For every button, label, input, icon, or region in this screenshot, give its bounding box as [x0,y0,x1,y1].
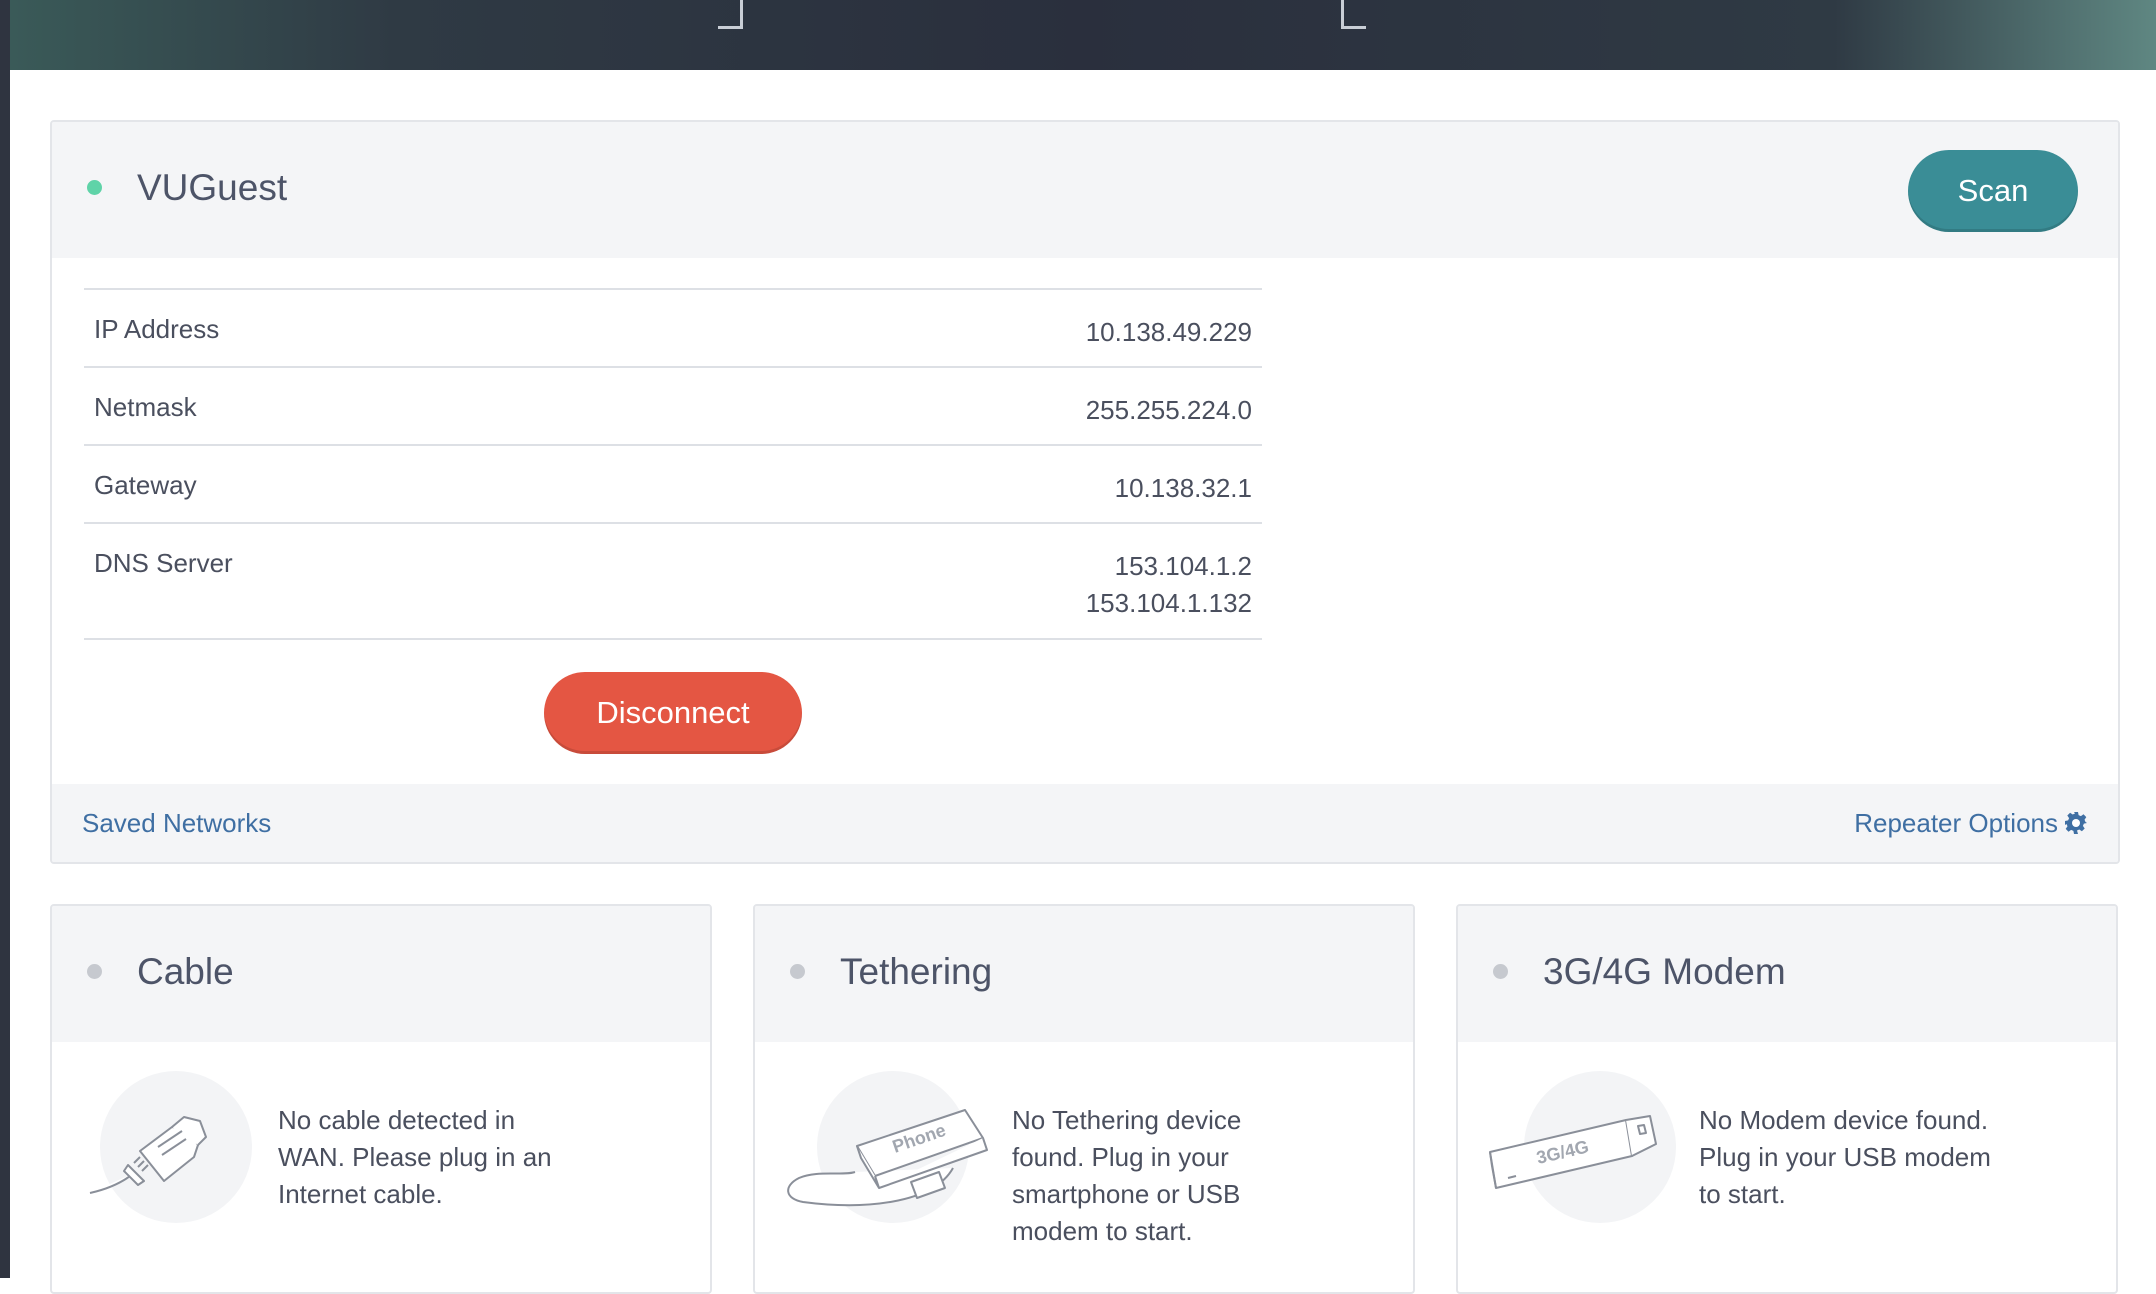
header-bracket-right [1341,0,1366,29]
phone-icon: Phone [787,1109,988,1207]
disconnect-button[interactable]: Disconnect [544,672,802,754]
tethering-message: No Tethering device found. Plug in your … [1012,1102,1241,1250]
table-row: Netmask 255.255.224.0 [84,368,1262,446]
gateway-value: 10.138.32.1 [1115,470,1252,507]
cable-status-dot [87,964,102,979]
table-row: IP Address 10.138.49.229 [84,290,1262,368]
modem-message-line: to start. [1699,1179,1786,1209]
tethering-message-line: found. Plug in your [1012,1142,1229,1172]
modem-message: No Modem device found. Plug in your USB … [1699,1102,1991,1213]
modem-title: 3G/4G Modem [1543,951,1786,992]
wifi-network-name: VUGuest [137,167,288,208]
usb-modem-icon: 3G/4G [1489,1115,1657,1189]
top-header-bar [10,0,2156,70]
wifi-card-footer: Saved Networks Repeater Options [52,784,2118,862]
scan-button[interactable]: Scan [1908,150,2078,232]
modem-message-line: No Modem device found. [1699,1105,1989,1135]
connection-info-table: IP Address 10.138.49.229 Netmask 255.255… [84,288,1262,640]
modem-status-dot [1493,964,1508,979]
cable-card: Cable No cable detected in WAN. Please p… [50,904,712,1294]
cable-title: Cable [137,951,234,992]
window-left-edge [0,0,10,1278]
cable-card-header: Cable [52,906,710,1042]
netmask-value-text: 255.255.224.0 [1085,395,1252,425]
tethering-card: Tethering Phone No Tethering device foun… [753,904,1415,1294]
tethering-message-line: modem to start. [1012,1216,1193,1246]
dns-server-values: 153.104.1.2 153.104.1.132 [1086,548,1252,622]
cable-message: No cable detected in WAN. Please plug in… [278,1102,552,1213]
gateway-label: Gateway [94,470,197,500]
gateway-value-text: 10.138.32.1 [1114,473,1252,503]
cable-message-line: WAN. Please plug in an [278,1142,552,1172]
wifi-card-header: VUGuest Scan [52,122,2118,258]
table-row: Gateway 10.138.32.1 [84,446,1262,524]
table-row: DNS Server 153.104.1.2 153.104.1.132 [84,524,1262,640]
tethering-message-line: smartphone or USB [1012,1179,1241,1209]
gear-icon[interactable] [2064,811,2088,835]
dns-server-primary: 153.104.1.2 [1114,551,1252,581]
tethering-status-dot [790,964,805,979]
modem-message-line: Plug in your USB modem [1699,1142,1991,1172]
ip-address-value-text: 10.138.49.229 [1085,317,1252,347]
modem-card-header: 3G/4G Modem [1458,906,2116,1042]
tethering-card-header: Tethering [755,906,1413,1042]
repeater-options-link[interactable]: Repeater Options [1854,808,2058,839]
wifi-connection-card: VUGuest Scan IP Address 10.138.49.229 Ne… [50,120,2120,864]
ip-address-label: IP Address [94,314,220,344]
cable-message-line: No cable detected in [278,1105,516,1135]
dns-server-secondary: 153.104.1.132 [1085,588,1252,618]
modem-card: 3G/4G Modem 3G/4G No Modem device found.… [1456,904,2118,1294]
ethernet-cable-icon [89,1116,207,1194]
tethering-title: Tethering [840,951,993,992]
header-bracket-left [718,0,743,29]
tethering-message-line: No Tethering device [1012,1105,1242,1135]
netmask-label: Netmask [94,392,197,422]
netmask-value: 255.255.224.0 [1086,392,1252,429]
saved-networks-link[interactable]: Saved Networks [82,808,271,839]
dns-server-label: DNS Server [94,548,233,578]
wifi-status-dot [87,180,102,195]
cable-message-line: Internet cable. [278,1179,443,1209]
ip-address-value: 10.138.49.229 [1086,314,1252,351]
